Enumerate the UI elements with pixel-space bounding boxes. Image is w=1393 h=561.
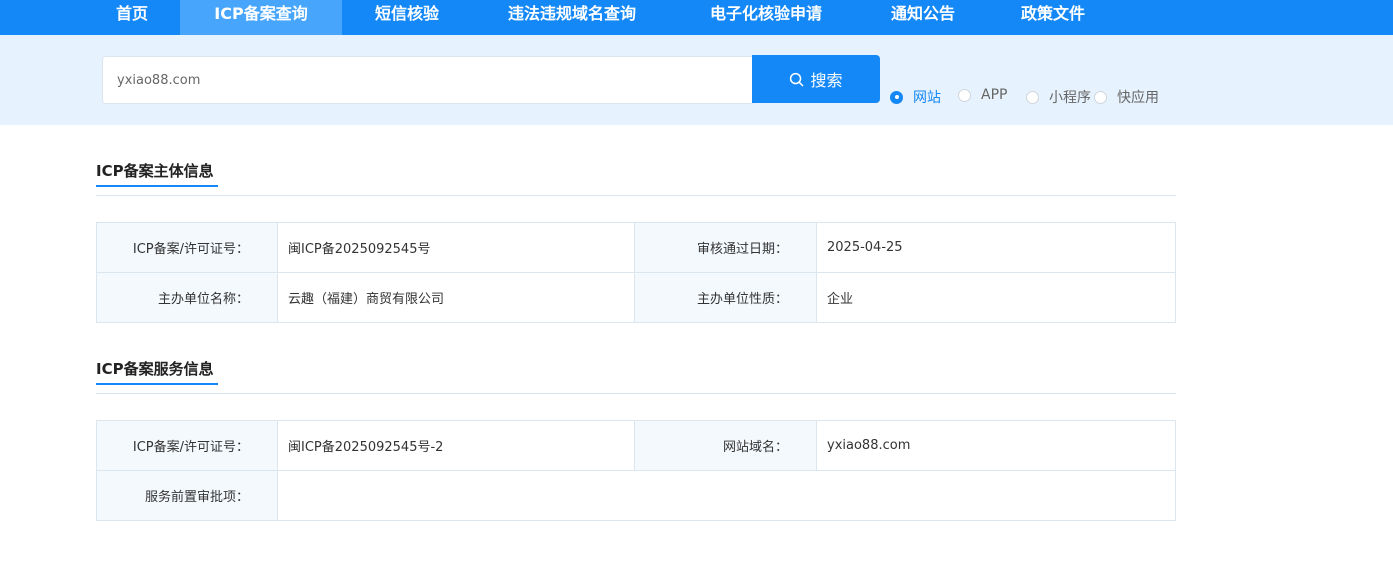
nav-item-policy[interactable]: 政策文件 — [1008, 0, 1098, 35]
org-type-value: 企业 — [816, 272, 1176, 323]
search-input[interactable] — [102, 56, 753, 104]
service-section-title: ICP备案服务信息 — [96, 360, 214, 378]
org-name-label: 主办单位名称： — [96, 272, 278, 323]
section-divider — [96, 393, 1176, 394]
subject-section-title: ICP备案主体信息 — [96, 162, 214, 180]
service-info-table: ICP备案/许可证号： 闽ICP备2025092545号-2 网站域名： yxi… — [96, 420, 1176, 521]
service-license-value: 闽ICP备2025092545号-2 — [277, 420, 635, 471]
approve-date-value: 2025-04-25 — [816, 222, 1176, 273]
domain-label: 网站域名： — [634, 420, 817, 471]
radio-dot — [1026, 90, 1039, 104]
top-nav: 首页 ICP备案查询 短信核验 违法违规域名查询 电子化核验申请 通知公告 政策… — [0, 0, 1393, 35]
section-underline — [96, 383, 218, 385]
preapproval-value — [277, 470, 1176, 521]
nav-item-illegal-domain[interactable]: 违法违规域名查询 — [490, 0, 654, 35]
license-value: 闽ICP备2025092545号 — [277, 222, 635, 273]
license-label: ICP备案/许可证号： — [96, 222, 278, 273]
radio-dot — [890, 90, 903, 104]
section-divider — [96, 195, 1176, 196]
nav-item-notice[interactable]: 通知公告 — [878, 0, 968, 35]
subject-info-table: ICP备案/许可证号： 闽ICP备2025092545号 审核通过日期： 202… — [96, 222, 1176, 323]
org-name-value: 云趣（福建）商贸有限公司 — [277, 272, 635, 323]
radio-dot — [958, 88, 971, 102]
nav-item-sms-verify[interactable]: 短信核验 — [362, 0, 452, 35]
section-underline — [96, 185, 218, 187]
table-row: ICP备案/许可证号： 闽ICP备2025092545号 审核通过日期： 202… — [96, 222, 1176, 273]
table-row: 服务前置审批项： — [96, 470, 1176, 521]
radio-app[interactable]: APP — [958, 87, 1007, 103]
radio-website[interactable]: 网站 — [890, 87, 941, 107]
radio-quick-app-label: 快应用 — [1117, 90, 1159, 106]
radio-mini-program[interactable]: 小程序 — [1026, 87, 1091, 107]
approve-date-label: 审核通过日期： — [634, 222, 817, 273]
radio-dot — [1094, 90, 1107, 104]
radio-website-label: 网站 — [913, 90, 941, 106]
domain-value: yxiao88.com — [816, 420, 1176, 471]
nav-item-icp-query[interactable]: ICP备案查询 — [180, 0, 342, 35]
radio-app-label: APP — [981, 87, 1008, 103]
nav-item-home[interactable]: 首页 — [100, 0, 164, 35]
radio-quick-app[interactable]: 快应用 — [1094, 87, 1159, 107]
search-band: 搜索 网站 APP 小程序 快应用 — [0, 35, 1393, 125]
service-license-label: ICP备案/许可证号： — [96, 420, 278, 471]
org-type-label: 主办单位性质： — [634, 272, 817, 323]
preapproval-label: 服务前置审批项： — [96, 470, 278, 521]
search-button[interactable]: 搜索 — [752, 55, 880, 103]
table-row: ICP备案/许可证号： 闽ICP备2025092545号-2 网站域名： yxi… — [96, 420, 1176, 471]
search-button-label: 搜索 — [810, 71, 843, 90]
nav-item-e-verify[interactable]: 电子化核验申请 — [692, 0, 840, 35]
table-row: 主办单位名称： 云趣（福建）商贸有限公司 主办单位性质： 企业 — [96, 272, 1176, 323]
search-icon — [789, 72, 804, 87]
radio-mini-program-label: 小程序 — [1049, 90, 1091, 106]
